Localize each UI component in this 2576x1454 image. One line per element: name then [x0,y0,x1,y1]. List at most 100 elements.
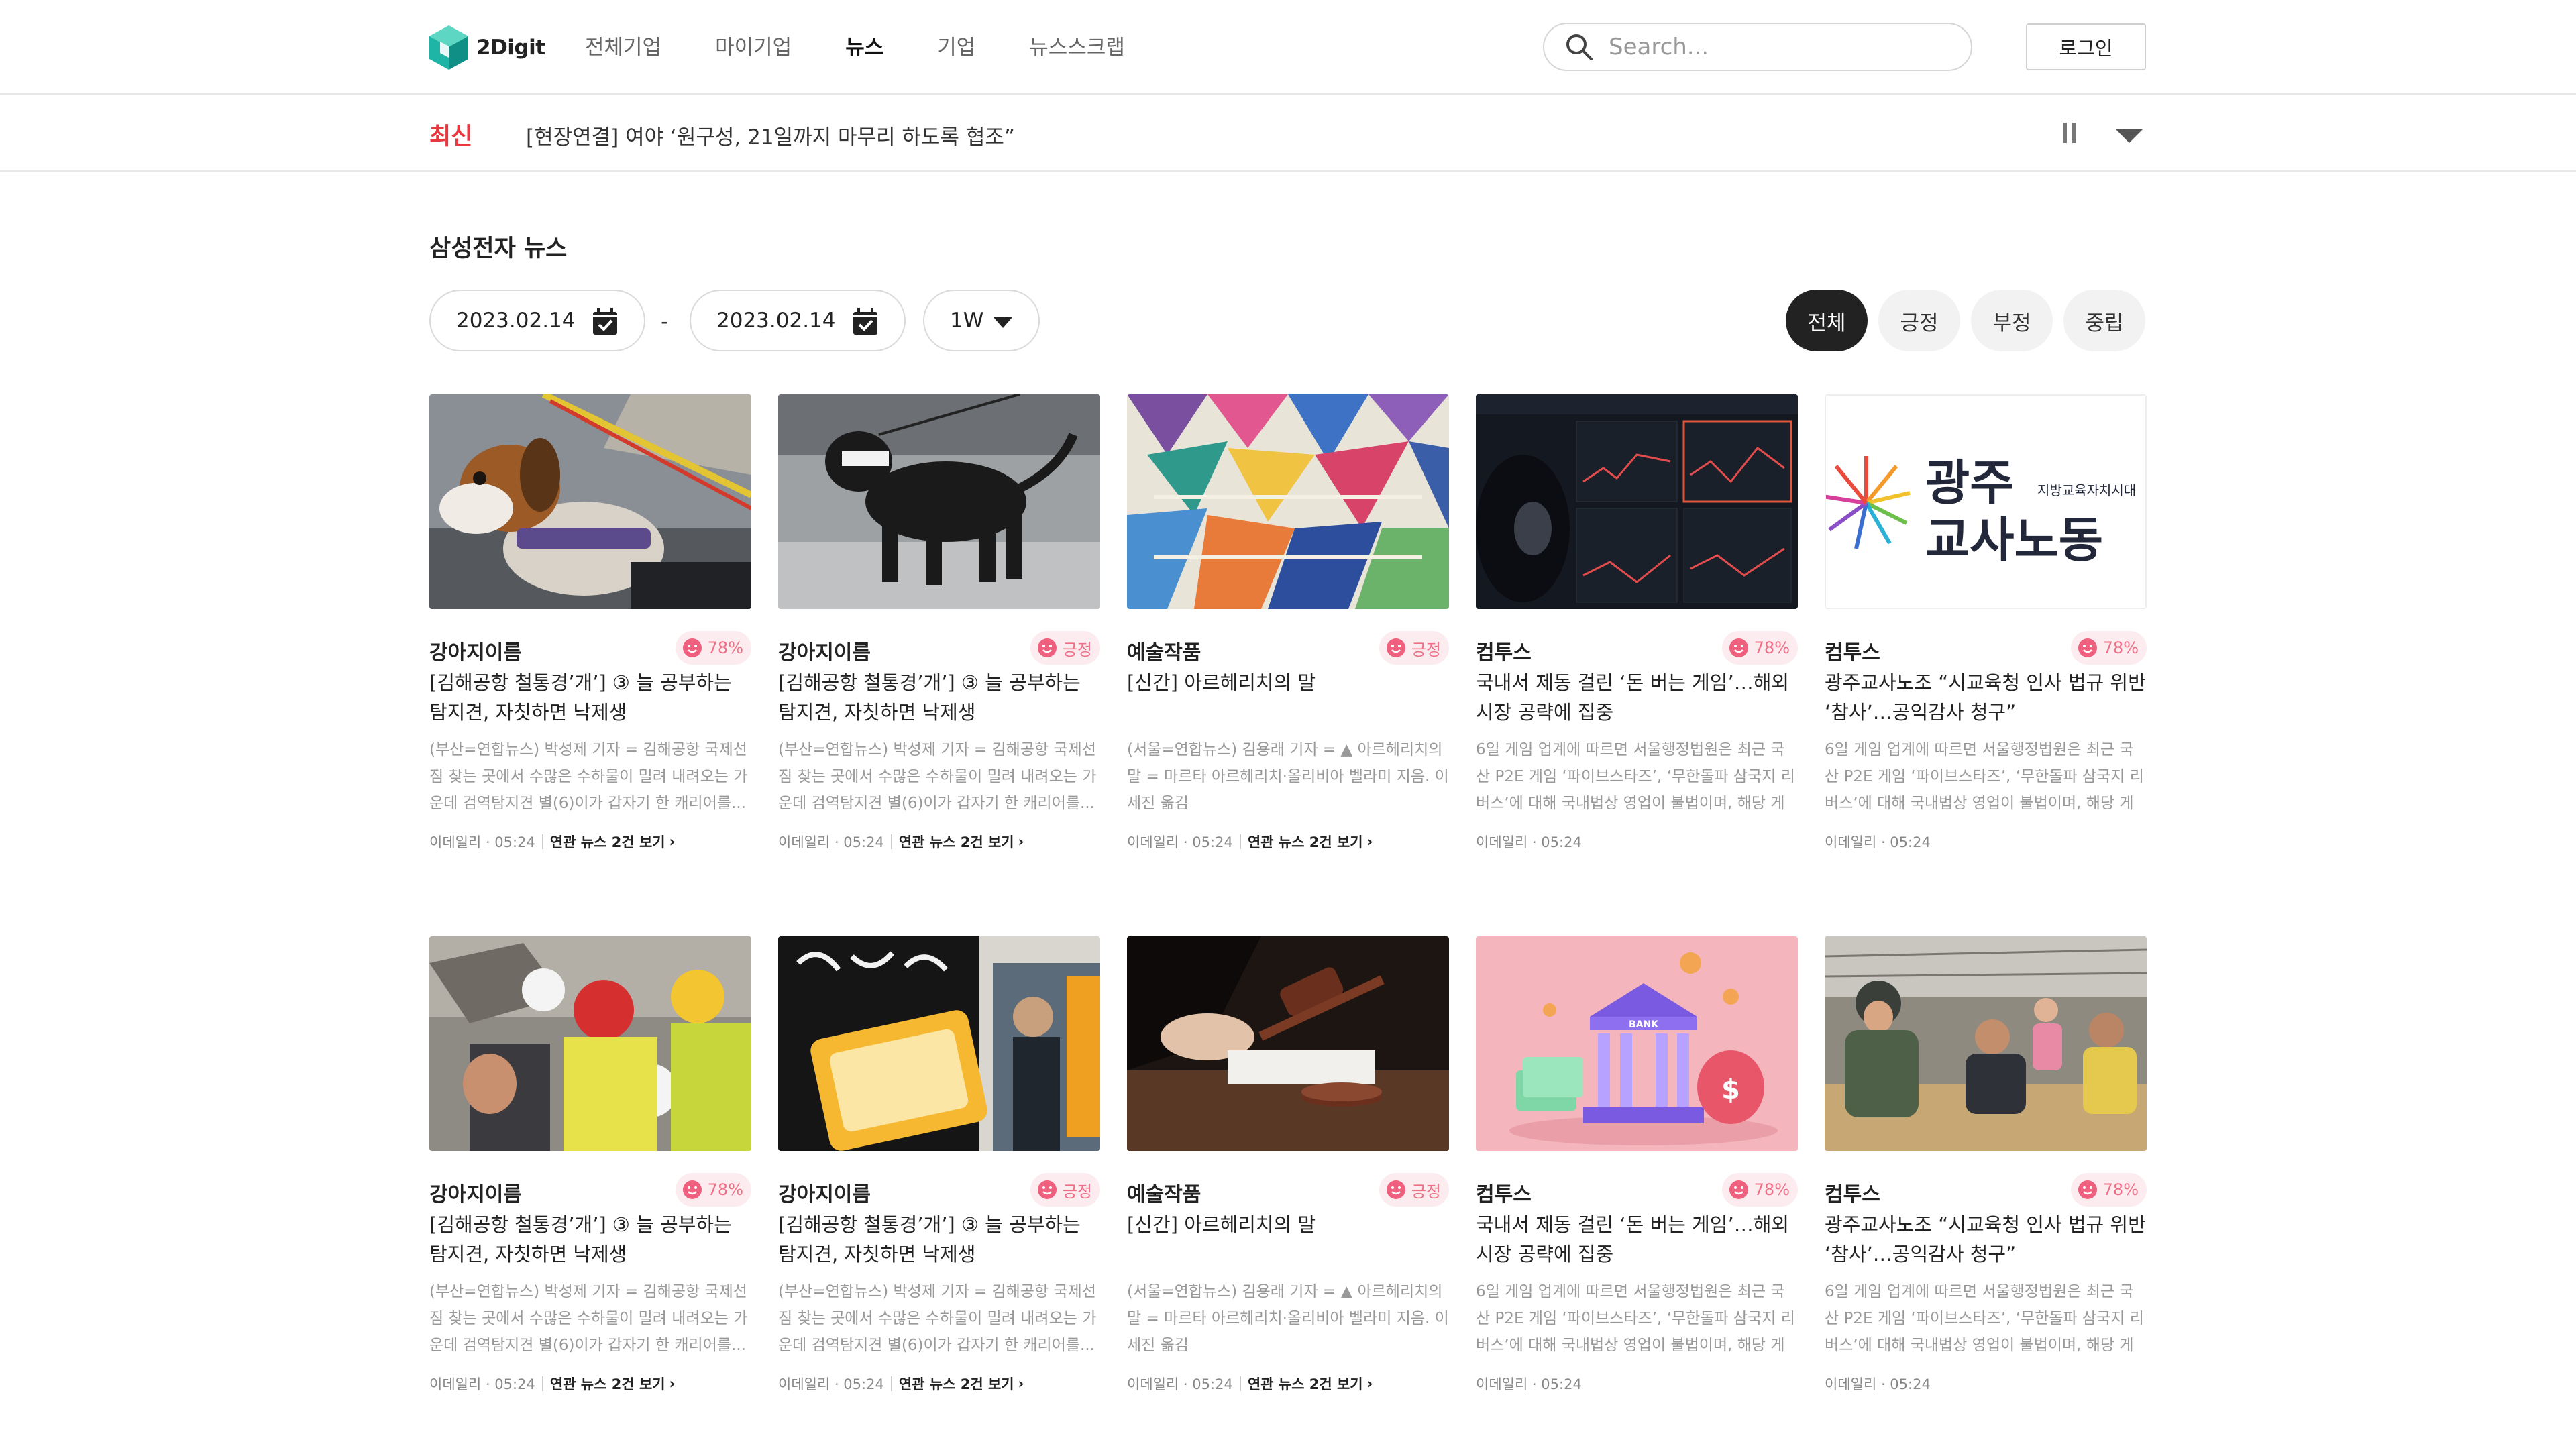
sentiment-filter-tabs: 전체 긍정 부정 중립 [1786,290,2145,351]
search-box[interactable] [1543,23,1972,71]
news-thumbnail[interactable] [778,394,1100,609]
nav-my-companies[interactable]: 마이기업 [715,31,792,64]
news-card[interactable]: BANK $ 컴투스 78% 국내서 제동 걸린 ‘돈 버는 게임’…해외 시장… [1476,936,1798,1392]
news-thumbnail[interactable] [1825,936,2147,1151]
footer-divider [541,834,543,849]
sentiment-badge: 78% [2070,631,2147,665]
news-thumbnail[interactable] [1476,394,1798,609]
footer-divider [890,834,892,849]
period-value: 1W [950,309,984,333]
news-thumbnail[interactable]: BANK $ [1476,936,1798,1151]
filter-positive[interactable]: 긍정 [1878,290,1960,351]
chevron-right-icon[interactable]: › [1367,1376,1373,1392]
news-card[interactable]: 광주 교사노동 지방교육자치시대 컴투스 78% 광주교사노조 “시교육청 인사… [1825,394,2147,850]
news-thumbnail[interactable] [429,936,751,1151]
nav-news-scrap[interactable]: 뉴스스크랩 [1029,31,1125,64]
related-news-link[interactable]: 연관 뉴스 2건 보기 [550,1374,665,1394]
related-news-link[interactable]: 연관 뉴스 2건 보기 [550,832,665,852]
pause-icon[interactable] [2059,123,2080,146]
card-source: 이데일리 · 05:24 [1127,834,1233,850]
news-card[interactable]: 강아지이름 78% [김해공항 철통경’개’] ③ 늘 공부하는 탐지견, 자칫… [429,936,751,1392]
related-news-link[interactable]: 연관 뉴스 2건 보기 [899,832,1014,852]
card-meta: 예술작품 긍정 [1127,1170,1449,1210]
card-category: 컴투스 [1476,1183,1532,1207]
card-category: 강아지이름 [429,1183,522,1207]
caret-down-icon [994,317,1012,328]
filter-all[interactable]: 전체 [1786,290,1868,351]
date-separator: - [661,309,669,334]
smiley-icon [1386,638,1405,657]
chevron-right-icon[interactable]: › [1367,834,1373,850]
nav-company[interactable]: 기업 [937,31,975,64]
card-source: 이데일리 · 05:24 [1476,834,1582,850]
sentiment-badge: 긍정 [1030,631,1100,665]
chevron-right-icon[interactable]: › [669,1376,676,1392]
date-to-value: 2023.02.14 [716,309,836,333]
card-footer: 이데일리 · 05:24 연관 뉴스 2건 보기 › [1127,832,1373,852]
svg-text:$: $ [1721,1074,1740,1105]
date-to-field[interactable]: 2023.02.14 [690,290,906,351]
chevron-right-icon[interactable]: › [669,834,676,850]
sentiment-badge: 긍정 [1379,631,1449,665]
card-source: 이데일리 · 05:24 [778,1376,884,1392]
period-select[interactable]: 1W [923,290,1040,351]
smiley-icon [2078,1180,2097,1199]
nav-all-companies[interactable]: 전체기업 [585,31,661,64]
card-category: 컴투스 [1825,1183,1880,1207]
news-card[interactable]: 컴투스 78% 국내서 제동 걸린 ‘돈 버는 게임’…해외 시장 공략에 집중… [1476,394,1798,850]
chevron-right-icon[interactable]: › [1018,834,1024,850]
news-thumbnail[interactable] [1127,394,1449,609]
card-meta: 강아지이름 78% [429,628,751,668]
related-news-link[interactable]: 연관 뉴스 2건 보기 [1248,832,1363,852]
card-title[interactable]: [신간] 아르헤리치의 말 [1127,1210,1449,1269]
brand-logo[interactable]: 2Digit [428,24,545,71]
filter-neutral[interactable]: 중립 [2063,290,2145,351]
chevron-right-icon[interactable]: › [1018,1376,1024,1392]
sentiment-badge: 78% [675,631,751,665]
card-title[interactable]: 광주교사노조 “시교육청 인사 법규 위반 ‘참사’…공익감사 청구” [1825,668,2147,727]
related-news-link[interactable]: 연관 뉴스 2건 보기 [1248,1374,1363,1394]
news-card[interactable]: 강아지이름 긍정 [김해공항 철통경’개’] ③ 늘 공부하는 탐지견, 자칫하… [778,936,1100,1392]
card-title[interactable]: [김해공항 철통경’개’] ③ 늘 공부하는 탐지견, 자칫하면 낙제생 [429,668,751,727]
news-card[interactable]: 강아지이름 78% [김해공항 철통경’개’] ③ 늘 공부하는 탐지견, 자칫… [429,394,751,850]
news-thumbnail[interactable]: 광주 교사노동 지방교육자치시대 [1825,394,2147,609]
card-title[interactable]: 광주교사노조 “시교육청 인사 법규 위반 ‘참사’…공익감사 청구” [1825,1210,2147,1269]
card-category: 강아지이름 [429,641,522,665]
chevron-down-icon[interactable] [2113,125,2145,146]
news-thumbnail[interactable] [778,936,1100,1151]
card-meta: 강아지이름 78% [429,1170,751,1210]
card-footer: 이데일리 · 05:24 [1476,1374,1582,1394]
card-source: 이데일리 · 05:24 [778,834,884,850]
news-thumbnail[interactable] [429,394,751,609]
sentiment-value: 긍정 [1411,1182,1441,1201]
news-card[interactable]: 강아지이름 긍정 [김해공항 철통경’개’] ③ 늘 공부하는 탐지견, 자칫하… [778,394,1100,850]
card-title[interactable]: [김해공항 철통경’개’] ③ 늘 공부하는 탐지견, 자칫하면 낙제생 [778,1210,1100,1269]
nav-news[interactable]: 뉴스 [845,31,883,64]
login-button[interactable]: 로그인 [2026,23,2146,70]
logo-subtitle: 지방교육자치시대 [2037,482,2136,498]
sentiment-badge: 긍정 [1379,1173,1449,1207]
news-card[interactable]: 컴투스 78% 광주교사노조 “시교육청 인사 법규 위반 ‘참사’…공익감사 … [1825,936,2147,1392]
bank-label: BANK [1629,1019,1659,1030]
logo-cube-icon [429,25,468,70]
date-from-field[interactable]: 2023.02.14 [429,290,645,351]
card-category: 컴투스 [1476,641,1532,665]
news-card[interactable]: 예술작품 긍정 [신간] 아르헤리치의 말 (서울=연합뉴스) 김용래 기자 =… [1127,936,1449,1392]
card-title[interactable]: [김해공항 철통경’개’] ③ 늘 공부하는 탐지견, 자칫하면 낙제생 [778,668,1100,727]
card-summary: (서울=연합뉴스) 김용래 기자 = ▲ 아르헤리치의 말 = 마르타 아르헤리… [1127,1283,1449,1354]
protest-sign-image [778,936,1100,1151]
card-title[interactable]: [김해공항 철통경’개’] ③ 늘 공부하는 탐지견, 자칫하면 낙제생 [429,1210,751,1269]
search-input[interactable] [1609,34,1944,60]
ticker-headline[interactable]: [현장연결] 여야 ‘원구성, 21일까지 마무리 하도록 협조” [526,120,1015,150]
sentiment-badge: 긍정 [1030,1173,1100,1207]
footer-divider [890,1376,892,1391]
black-labrador-image [778,394,1100,609]
news-thumbnail[interactable] [1127,936,1449,1151]
search-icon [1566,34,1593,60]
related-news-link[interactable]: 연관 뉴스 2건 보기 [899,1374,1014,1394]
news-card[interactable]: 예술작품 긍정 [신간] 아르헤리치의 말 (서울=연합뉴스) 김용래 기자 =… [1127,394,1449,850]
card-title[interactable]: 국내서 제동 걸린 ‘돈 버는 게임’…해외 시장 공략에 집중 [1476,1210,1798,1269]
card-title[interactable]: 국내서 제동 걸린 ‘돈 버는 게임’…해외 시장 공략에 집중 [1476,668,1798,727]
card-title[interactable]: [신간] 아르헤리치의 말 [1127,668,1449,727]
filter-negative[interactable]: 부정 [1971,290,2053,351]
